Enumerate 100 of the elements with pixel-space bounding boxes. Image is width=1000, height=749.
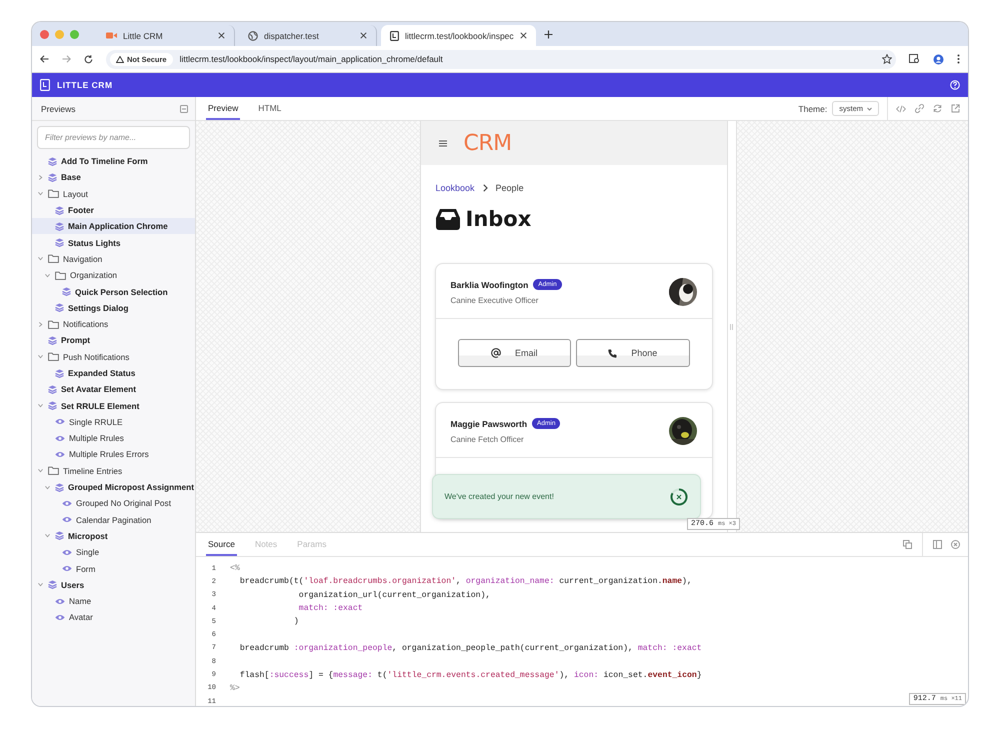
chevron-down-icon[interactable] xyxy=(38,256,43,262)
filter-field[interactable]: Filter previews by name... xyxy=(37,126,190,149)
chevron-down-icon[interactable] xyxy=(45,484,50,490)
collapse-icon[interactable] xyxy=(180,104,188,112)
chevron-down-icon[interactable] xyxy=(45,533,50,538)
code-line: organization_url(current_organization), xyxy=(298,590,490,600)
tree-item[interactable]: Avatar xyxy=(32,609,195,626)
breadcrumb-current: People xyxy=(496,183,524,193)
chevron-down-icon[interactable] xyxy=(45,272,50,278)
reload-icon[interactable] xyxy=(84,54,93,64)
stack-icon xyxy=(48,156,57,166)
tree-item[interactable]: Single xyxy=(32,544,195,560)
tree-item[interactable]: Organization xyxy=(32,267,195,284)
chevron-down-icon[interactable] xyxy=(38,354,43,360)
tree-item[interactable]: Form xyxy=(32,560,195,577)
profile-icon[interactable] xyxy=(933,54,944,64)
inbox-icon xyxy=(436,208,460,230)
tree-item[interactable]: Footer xyxy=(32,202,195,218)
menu-icon[interactable] xyxy=(438,140,446,146)
globe-icon xyxy=(248,30,258,40)
tree-item[interactable]: Layout xyxy=(32,186,195,202)
eye-icon xyxy=(55,598,65,605)
help-icon[interactable] xyxy=(950,80,960,90)
chevron-down-icon[interactable] xyxy=(38,582,43,588)
tree-item[interactable]: Prompt xyxy=(32,332,195,349)
star-icon[interactable] xyxy=(882,54,892,64)
tree-item[interactable]: Status Lights xyxy=(32,234,195,251)
chevron-down-icon[interactable] xyxy=(38,468,43,474)
resize-handle-icon[interactable] xyxy=(730,324,733,330)
menu-icon[interactable] xyxy=(957,54,960,64)
link-icon[interactable] xyxy=(915,104,924,113)
eye-icon xyxy=(55,434,65,442)
tree-item[interactable]: Push Notifications xyxy=(32,348,195,365)
person-name: Barklia Woofington xyxy=(450,280,528,290)
tree-item[interactable]: Quick Person Selection xyxy=(32,283,195,300)
eye-icon xyxy=(55,614,65,621)
camera-icon xyxy=(106,32,117,39)
panel-layout-icon[interactable] xyxy=(933,540,942,549)
view-tab[interactable]: HTML xyxy=(256,97,284,120)
tree-item[interactable]: Notifications xyxy=(32,316,195,332)
code-line: <% xyxy=(230,564,240,574)
stack-icon xyxy=(48,172,57,182)
folder-icon xyxy=(48,254,59,264)
eye-icon xyxy=(62,548,72,556)
panel-tab[interactable]: Source xyxy=(206,533,237,556)
contact-button[interactable]: Phone xyxy=(576,339,690,367)
chevron-right-icon[interactable] xyxy=(38,174,43,180)
back-icon[interactable] xyxy=(40,55,49,63)
close-icon[interactable] xyxy=(520,32,527,39)
chevron-down-icon[interactable] xyxy=(38,403,43,408)
close-window-icon[interactable] xyxy=(40,30,49,38)
breadcrumb-link[interactable]: Lookbook xyxy=(436,183,475,193)
close-icon[interactable] xyxy=(670,488,688,506)
stack-icon xyxy=(62,287,71,296)
zoom-window-icon[interactable] xyxy=(70,30,79,38)
tree-item[interactable]: Grouped No Original Post xyxy=(32,495,195,512)
tree-item[interactable]: Main Application Chrome xyxy=(32,218,195,234)
eye-icon xyxy=(62,565,72,572)
tree-item[interactable]: Name xyxy=(32,593,195,610)
tree-item[interactable]: Micropost xyxy=(32,528,195,544)
stack-icon xyxy=(48,580,57,590)
tree-item[interactable]: Settings Dialog xyxy=(32,300,195,316)
tree-item[interactable]: Add To Timeline Form xyxy=(32,153,195,170)
stack-icon xyxy=(55,222,64,231)
forward-icon[interactable] xyxy=(62,55,71,63)
browser-tab[interactable]: littlecrm.test/lookbook/inspec xyxy=(381,25,536,46)
stack-icon xyxy=(48,384,57,394)
tree-item[interactable]: Timeline Entries xyxy=(32,462,195,479)
tree-item[interactable]: Multiple Rrules Errors xyxy=(32,446,195,463)
folder-icon xyxy=(55,270,66,280)
code-line: breadcrumb :organization_people, organization_people_path(current_organization), match: :exact xyxy=(238,644,702,653)
theme-label: Theme: xyxy=(798,104,828,114)
external-link-icon[interactable] xyxy=(951,104,960,113)
eye-icon xyxy=(62,516,72,524)
close-icon[interactable] xyxy=(360,32,367,39)
chevron-down-icon[interactable] xyxy=(38,191,43,196)
tree-item[interactable]: Set Avatar Element xyxy=(32,381,195,398)
warning-icon xyxy=(116,56,124,62)
tree-item[interactable]: Users xyxy=(32,576,195,594)
code-icon[interactable] xyxy=(896,104,906,112)
url-text[interactable]: littlecrm.test/lookbook/inspect/layout/main_application_chrome/default xyxy=(180,54,875,64)
eye-icon xyxy=(62,500,72,507)
tree-item[interactable]: Expanded Status xyxy=(32,364,195,382)
app-title: LITTLE CRM xyxy=(57,80,114,90)
phone-icon xyxy=(608,348,618,358)
tree-item[interactable]: Set RRULE Element xyxy=(32,397,195,414)
chevron-right-icon[interactable] xyxy=(38,322,43,327)
tree-item[interactable]: Calendar Pagination xyxy=(32,512,195,528)
contact-button[interactable]: Email xyxy=(458,339,571,367)
refresh-icon[interactable] xyxy=(933,104,942,113)
close-icon[interactable] xyxy=(218,32,225,39)
plus-icon[interactable] xyxy=(544,30,553,38)
code-line: match: :exact xyxy=(298,604,363,614)
code-line: flash[:success] = {message: t('little_crm.events.created_message'), icon: icon_set.event_icon} xyxy=(238,670,702,680)
tree-item[interactable]: Navigation xyxy=(32,250,195,268)
tree-item[interactable]: Single RRULE xyxy=(32,414,195,430)
copy-icon[interactable] xyxy=(903,540,912,549)
tree-item[interactable]: Multiple Rrules xyxy=(32,430,195,446)
tree-item[interactable]: Base xyxy=(32,169,195,186)
tree-item[interactable]: Grouped Micropost Assignment xyxy=(32,478,195,496)
